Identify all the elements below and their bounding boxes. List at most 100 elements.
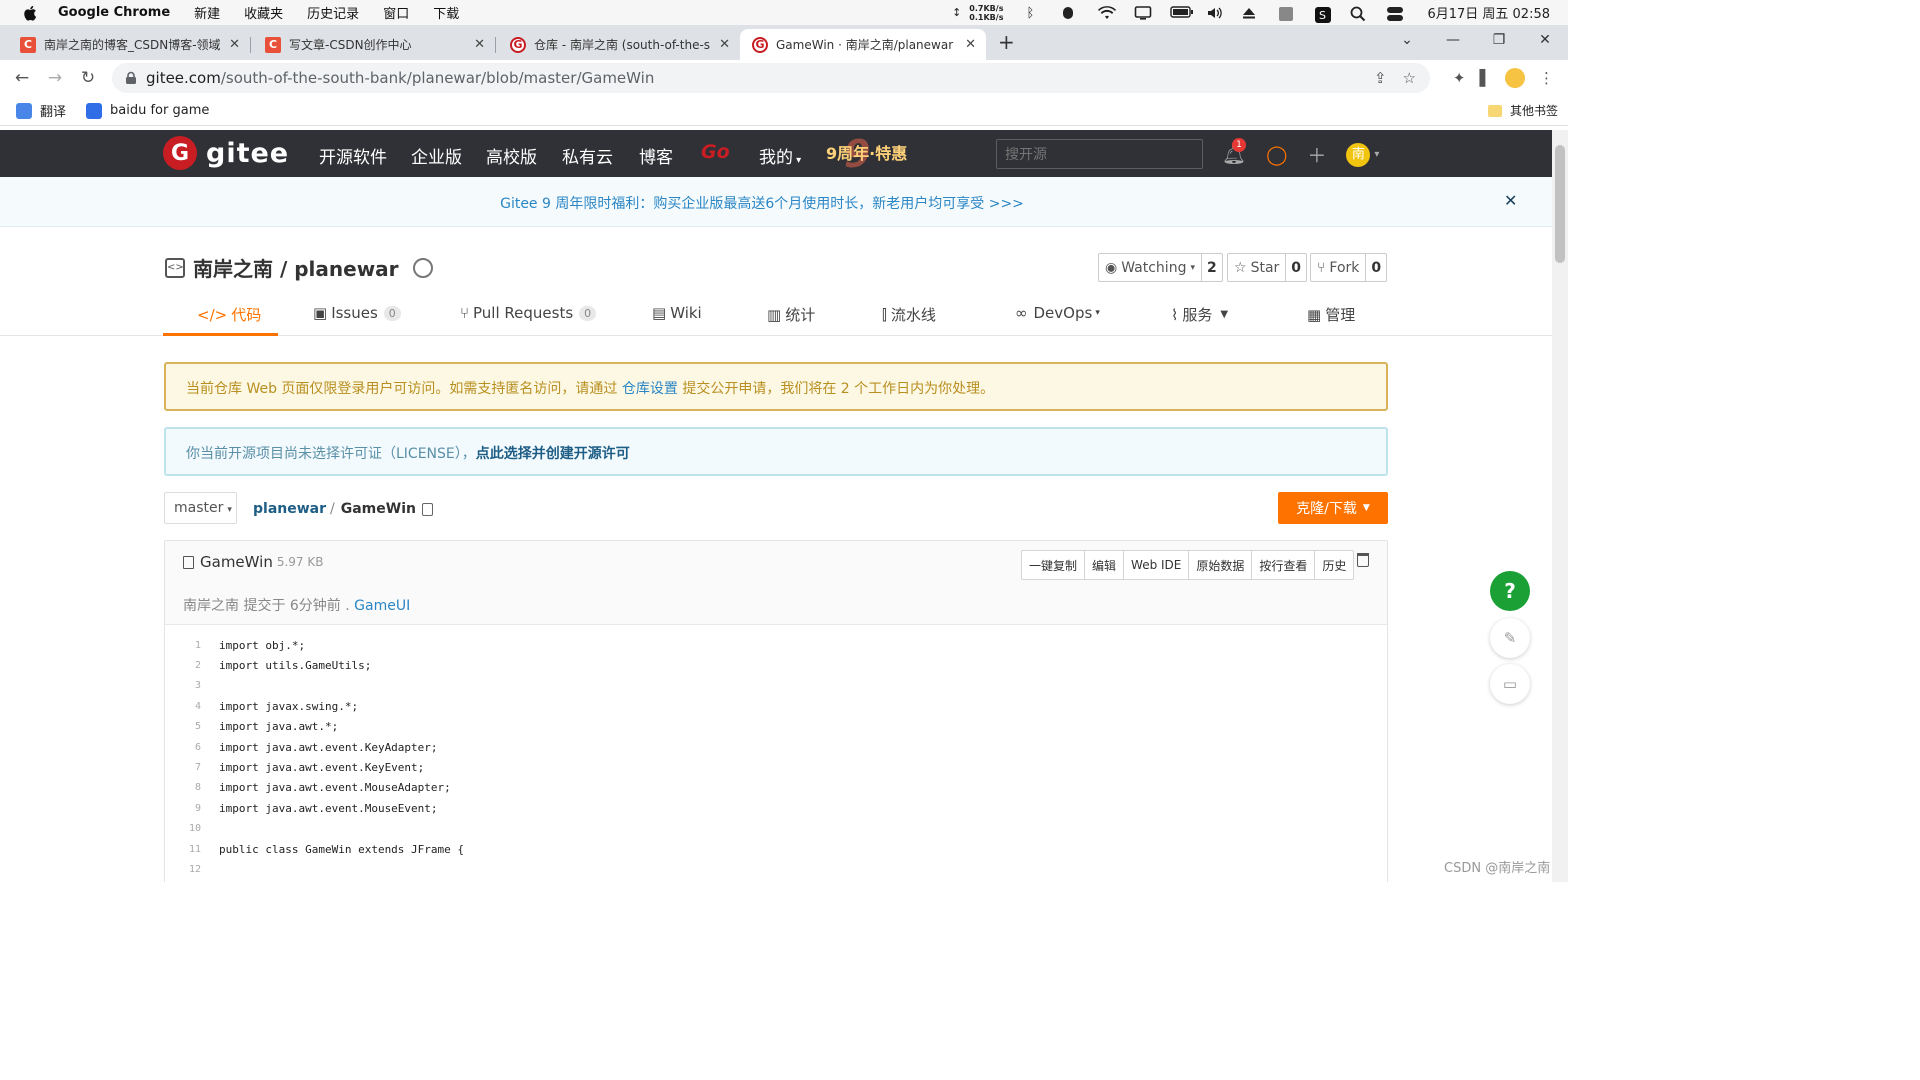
clone-download-button[interactable]: 克隆/下载 ▼ (1278, 492, 1388, 524)
line-number[interactable]: 11 (165, 844, 201, 855)
tab-issues[interactable]: ▣ Issues 0 (313, 304, 401, 322)
chat-comment-icon[interactable]: ▭ (1490, 664, 1530, 704)
bell-icon[interactable]: 🔔︎ 1 (1222, 138, 1246, 166)
watch-button[interactable]: ◉ Watching ▾ 2 (1098, 253, 1223, 282)
line-number[interactable]: 7 (165, 762, 201, 773)
line-number[interactable]: 8 (165, 782, 201, 793)
tab-wiki[interactable]: ▤ Wiki (652, 304, 702, 322)
caret-down-icon[interactable]: ▾ (1374, 149, 1379, 160)
web-ide-button[interactable]: Web IDE (1124, 551, 1190, 579)
watching-count[interactable]: 2 (1201, 254, 1222, 281)
page-scrollbar[interactable] (1552, 130, 1568, 882)
bookmark-baidu-for-game[interactable]: baidu for game (86, 102, 209, 119)
copy-path-icon[interactable] (421, 502, 433, 516)
side-panel-icon[interactable]: ▌ (1479, 69, 1491, 87)
nav-mine[interactable]: 我的 ▾ (759, 143, 801, 168)
history-button[interactable]: 历史 (1315, 551, 1353, 579)
tab-stats[interactable]: ▥ 统计 (767, 304, 815, 325)
apple-icon[interactable] (22, 4, 40, 22)
forward-arrow-icon[interactable]: → (44, 67, 66, 89)
reload-icon[interactable]: ↻ (77, 67, 99, 89)
nav-private-cloud[interactable]: 私有云 (562, 143, 613, 168)
extensions-puzzle-icon[interactable]: ✦ (1453, 69, 1466, 87)
nav-open-source[interactable]: 开源软件 (319, 143, 387, 168)
line-number[interactable]: 4 (165, 701, 201, 712)
line-number[interactable]: 6 (165, 742, 201, 753)
nav-go[interactable]: Go (701, 141, 730, 163)
tab-pull-requests[interactable]: ⑂ Pull Requests 0 (460, 304, 597, 322)
scrollbar-thumb[interactable] (1555, 145, 1565, 263)
medal-icon[interactable] (412, 257, 433, 278)
tab-pipeline[interactable]: ⫿ 流水线 (882, 304, 936, 325)
tab-manage[interactable]: ▦ 管理 (1307, 304, 1355, 325)
star-button[interactable]: ☆ Star 0 (1227, 253, 1308, 282)
repo-settings-link[interactable]: 仓库设置 (622, 381, 678, 397)
close-tab-icon[interactable]: ✕ (229, 37, 240, 52)
minimize-icon[interactable]: — (1430, 32, 1476, 48)
menu-download[interactable]: 下载 (433, 3, 459, 22)
create-license-link[interactable]: 点此选择并创建开源许可 (476, 446, 630, 462)
tab-search-chevron-icon[interactable]: ⌄ (1384, 32, 1430, 48)
feedback-edit-icon[interactable]: ✎ (1490, 618, 1530, 658)
menu-window[interactable]: 窗口 (383, 3, 409, 22)
wifi-icon[interactable] (1098, 5, 1117, 20)
menu-history[interactable]: 历史记录 (307, 3, 359, 22)
lock-icon[interactable] (124, 71, 138, 85)
line-number[interactable]: 1 (165, 640, 201, 651)
menu-new[interactable]: 新建 (194, 3, 220, 22)
chrome-menu-icon[interactable]: ⋮ (1539, 69, 1554, 87)
line-number[interactable]: 9 (165, 803, 201, 814)
user-avatar[interactable]: 南 (1346, 142, 1371, 167)
bluetooth-icon[interactable]: ᛒ (1026, 6, 1044, 21)
browser-tab[interactable]: C 南岸之南的博客_CSDN博客-领域 ✕ (0, 29, 251, 60)
menu-app-name[interactable]: Google Chrome (58, 5, 170, 20)
search-input[interactable] (996, 139, 1203, 169)
line-number[interactable]: 5 (165, 721, 201, 732)
maximize-icon[interactable]: ❐ (1476, 32, 1522, 48)
line-number[interactable]: 10 (165, 823, 201, 834)
close-tab-icon[interactable]: ✕ (965, 37, 976, 52)
close-window-icon[interactable]: ✕ (1522, 32, 1568, 48)
star-count[interactable]: 0 (1285, 254, 1306, 281)
line-number[interactable]: 12 (165, 864, 201, 875)
bookmark-star-icon[interactable]: ☆ (1403, 69, 1416, 87)
raw-button[interactable]: 原始数据 (1189, 551, 1253, 579)
commit-message-link[interactable]: GameUI (354, 598, 410, 614)
close-tab-icon[interactable]: ✕ (474, 37, 485, 52)
new-tab-plus-icon[interactable]: + (998, 30, 1015, 54)
commit-author[interactable]: 南岸之南 (183, 598, 239, 614)
line-number[interactable]: 2 (165, 660, 201, 671)
repo-name[interactable]: 南岸之南 / planewar (193, 253, 399, 282)
profile-avatar[interactable] (1505, 68, 1525, 88)
line-number[interactable]: 3 (165, 680, 201, 691)
help-button[interactable]: ? (1490, 571, 1530, 611)
menubar-clock[interactable]: 6月17日 周五 02:58 (1427, 3, 1550, 22)
gitee-logo[interactable]: G gitee (163, 136, 289, 170)
browser-tab[interactable]: G 仓库 - 南岸之南 (south-of-the-s ✕ (490, 29, 740, 60)
close-tab-icon[interactable]: ✕ (719, 37, 730, 52)
control-center-icon[interactable] (1386, 6, 1404, 21)
plus-icon[interactable]: ＋ (1307, 141, 1326, 168)
volume-icon[interactable] (1206, 6, 1224, 20)
sogou-input-icon[interactable]: S (1314, 6, 1332, 23)
close-icon[interactable]: ✕ (1504, 191, 1517, 210)
nav-blog[interactable]: 博客 (639, 143, 673, 168)
anniversary-promo[interactable]: 9 9周年·特惠 (826, 132, 907, 176)
address-bar[interactable]: gitee.com/south-of-the-south-bank/planew… (112, 63, 1430, 93)
blame-button[interactable]: 按行查看 (1252, 551, 1316, 579)
breadcrumb-repo-link[interactable]: planewar (253, 501, 326, 517)
back-arrow-icon[interactable]: ← (11, 67, 33, 89)
lightbulb-icon[interactable]: ◯ (1266, 144, 1287, 166)
fork-button[interactable]: ⑂ Fork 0 (1310, 253, 1388, 282)
branch-select[interactable]: master ▾ (164, 492, 237, 524)
browser-tab[interactable]: C 写文章-CSDN创作中心 ✕ (245, 29, 496, 60)
edit-button[interactable]: 编辑 (1085, 551, 1125, 579)
copy-all-button[interactable]: 一键复制 (1022, 551, 1086, 579)
tab-code[interactable]: </> 代码 (197, 304, 261, 325)
keyboard-icon[interactable] (1278, 6, 1296, 21)
share-icon[interactable]: ⇪ (1374, 69, 1387, 87)
other-bookmarks[interactable]: 其他书签 (1487, 102, 1558, 119)
nav-education[interactable]: 高校版 (486, 143, 537, 168)
display-icon[interactable] (1134, 5, 1152, 20)
fork-count[interactable]: 0 (1365, 254, 1386, 281)
